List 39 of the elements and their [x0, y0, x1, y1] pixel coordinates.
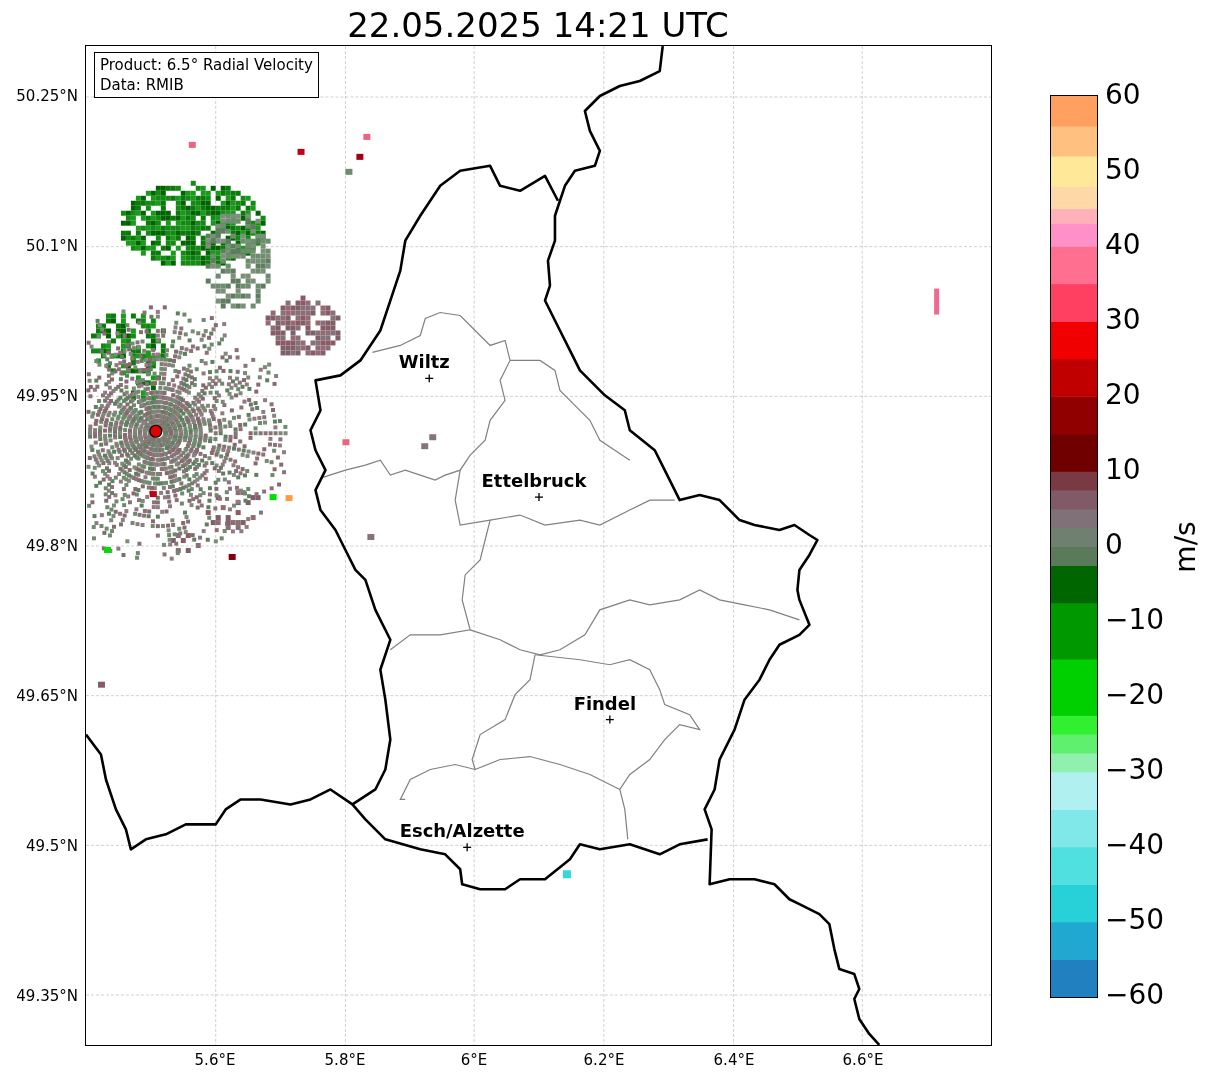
legend-text: Product: 6.5° Radial Velocity [100, 55, 313, 75]
legend-text: Data: RMIB [100, 75, 185, 95]
longitude-tick-label: 5.6°E [193, 1051, 237, 1069]
city-marker-icon [424, 373, 434, 383]
longitude-tick-label: 6.4°E [712, 1051, 756, 1069]
city-label: Wiltz [398, 351, 450, 373]
latitude-tick-label: 49.35°N [16, 987, 78, 1005]
latitude-tick-label: 50.25°N [16, 87, 78, 105]
longitude-tick-label: 6.6°E [841, 1051, 885, 1069]
city-marker-icon [605, 714, 615, 725]
longitude-tick-label: 5.8°E [323, 1051, 367, 1069]
latitude-tick-label: 49.65°N [16, 687, 78, 705]
latitude-tick-label: 49.5°N [25, 837, 78, 855]
colorbar-tick-label: 10 [1105, 453, 1141, 487]
latitude-tick-label: 49.8°N [25, 537, 78, 555]
colorbar-tick-label: −60 [1105, 978, 1165, 1012]
city-label: Esch/Alzette [399, 820, 525, 842]
colorbar-tick-label: 40 [1105, 228, 1141, 262]
colorbar-tick-label: −50 [1105, 903, 1165, 937]
radar-site-icon [149, 424, 163, 438]
colorbar-tick-label: −30 [1105, 753, 1165, 787]
colorbar-tick-label: 60 [1105, 78, 1141, 112]
colorbar-label: m/s [1168, 521, 1203, 573]
colorbar-tick-label: −40 [1105, 828, 1165, 862]
longitude-tick-label: 6°E [459, 1051, 489, 1069]
colorbar-tick-label: 20 [1105, 378, 1141, 412]
colorbar-tick-label: 0 [1105, 528, 1123, 562]
colorbar-tick-label: 50 [1105, 153, 1141, 187]
colorbar-tick-label: −20 [1105, 678, 1165, 712]
chart-title: 22.05.2025 14:21 UTC [346, 4, 730, 46]
city-label: Findel [573, 692, 637, 714]
colorbar-tick-label: −10 [1105, 603, 1165, 637]
latitude-tick-label: 49.95°N [16, 387, 78, 405]
latitude-tick-label: 50.1°N [25, 237, 78, 255]
city-label: Ettelbruck [481, 470, 587, 492]
longitude-tick-label: 6.2°E [582, 1051, 626, 1069]
city-marker-icon [462, 842, 472, 852]
colorbar-tick-label: 30 [1105, 303, 1141, 337]
city-marker-icon [534, 492, 544, 502]
